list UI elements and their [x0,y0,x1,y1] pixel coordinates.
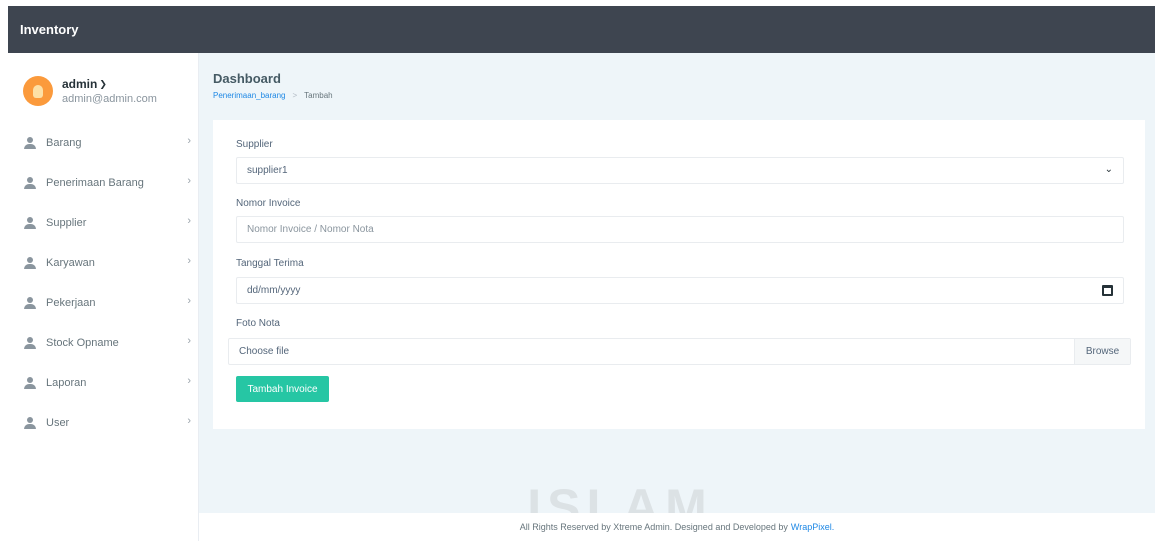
chevron-right-icon: › [187,415,191,427]
sidebar-item-label: Barang [46,137,82,149]
chevron-right-icon: › [187,215,191,227]
profile-text: admin ❯ admin@admin.com [62,77,157,105]
sidebar: admin ❯ admin@admin.com Barang › Penerim… [8,53,199,541]
sidebar-menu: Barang › Penerimaan Barang › Supplier › … [8,123,199,443]
photo-label: Foto Nota [236,318,280,329]
footer: All Rights Reserved by Xtreme Admin. Des… [199,513,1155,541]
user-icon [23,257,37,269]
footer-link-wrappixel[interactable]: WrapPixel. [791,522,834,532]
sidebar-item-label: User [46,417,70,429]
profile-name-label: admin [62,77,98,91]
chevron-right-icon: › [187,175,191,187]
brand-logo-text[interactable]: Inventory [20,22,79,37]
profile-name[interactable]: admin ❯ [62,77,157,91]
avatar[interactable] [23,76,53,106]
sidebar-item-barang[interactable]: Barang › [8,123,199,163]
user-profile[interactable]: admin ❯ admin@admin.com [23,76,157,106]
supplier-label: Supplier [236,139,273,150]
date-input[interactable]: dd/mm/yyyy [236,277,1124,304]
topbar: Inventory [8,6,1155,53]
supplier-select-value: supplier1 [247,165,288,176]
main-content: Dashboard Penerimaan_barang > Tambah Sup… [199,53,1155,513]
sidebar-item-penerimaan-barang[interactable]: Penerimaan Barang › [8,163,199,203]
chevron-right-icon: › [187,135,191,147]
sidebar-item-label: Supplier [46,217,87,229]
user-icon [23,177,37,189]
sidebar-item-label: Penerimaan Barang [46,177,144,189]
user-icon [23,417,37,429]
invoice-input[interactable]: Nomor Invoice / Nomor Nota [236,216,1124,243]
chevron-down-icon: ⌄ [1104,164,1113,175]
profile-email: admin@admin.com [62,93,157,105]
sidebar-item-supplier[interactable]: Supplier › [8,203,199,243]
browse-button[interactable]: Browse [1074,339,1130,364]
sidebar-item-stock-opname[interactable]: Stock Opname › [8,323,199,363]
user-icon [23,377,37,389]
chevron-right-icon: › [187,295,191,307]
sidebar-item-pekerjaan[interactable]: Pekerjaan › [8,283,199,323]
chevron-down-icon[interactable]: ❯ [99,79,107,90]
chevron-right-icon: › [187,375,191,387]
tambah-invoice-button[interactable]: Tambah Invoice [236,376,329,402]
form-card: Supplier supplier1 ⌄ Nomor Invoice Nomor… [213,120,1145,429]
date-label: Tanggal Terima [236,258,304,269]
sidebar-item-user[interactable]: User › [8,403,199,443]
photo-file-input[interactable]: Choose file Browse [228,338,1131,365]
supplier-select[interactable]: supplier1 ⌄ [236,157,1124,184]
user-icon [23,337,37,349]
user-icon [23,137,37,149]
calendar-icon[interactable] [1102,285,1113,296]
sidebar-item-karyawan[interactable]: Karyawan › [8,243,199,283]
sidebar-item-label: Stock Opname [46,337,119,349]
breadcrumb-separator-icon: > [292,91,298,100]
chevron-right-icon: › [187,255,191,267]
sidebar-item-label: Laporan [46,377,87,389]
sidebar-item-laporan[interactable]: Laporan › [8,363,199,403]
file-input-text: Choose file [239,346,290,357]
breadcrumb-current: Tambah [304,91,333,100]
user-icon [23,217,37,229]
breadcrumb: Penerimaan_barang > Tambah [213,91,333,100]
page-title: Dashboard [213,71,281,86]
breadcrumb-link-penerimaan-barang[interactable]: Penerimaan_barang [213,91,286,100]
invoice-input-placeholder: Nomor Invoice / Nomor Nota [247,224,374,235]
sidebar-item-label: Pekerjaan [46,297,96,309]
footer-text: All Rights Reserved by Xtreme Admin. Des… [519,522,788,532]
sidebar-item-label: Karyawan [46,257,95,269]
invoice-label: Nomor Invoice [236,198,301,209]
lightbulb-icon [33,84,43,98]
user-icon [23,297,37,309]
date-input-placeholder: dd/mm/yyyy [247,285,301,296]
chevron-right-icon: › [187,335,191,347]
